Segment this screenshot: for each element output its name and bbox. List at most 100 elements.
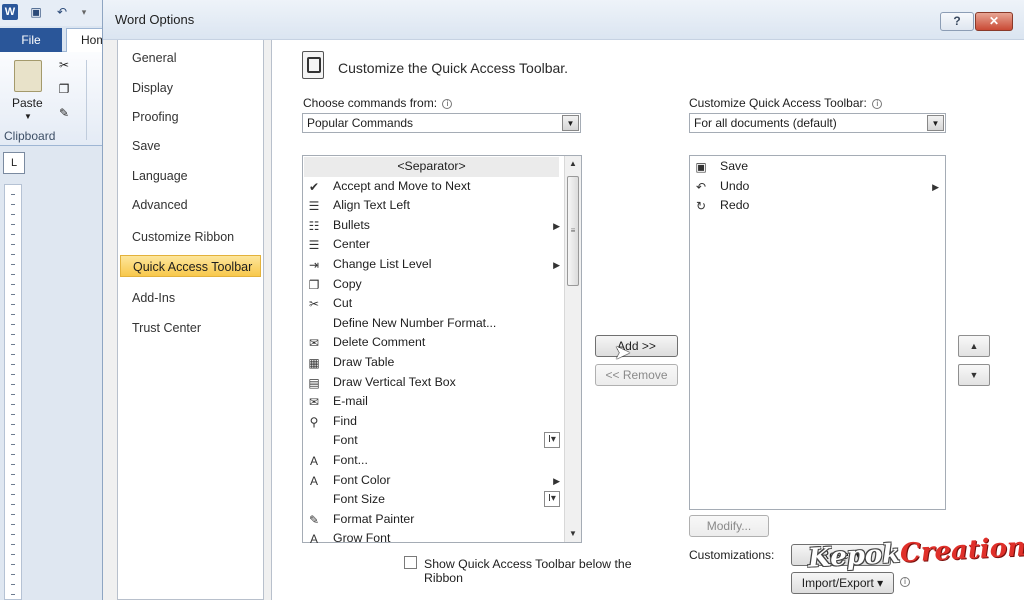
submenu-arrow-icon: ▶	[553, 220, 560, 231]
list-item[interactable]: ☰ Align Text Left	[304, 196, 564, 216]
paste-button-label[interactable]: Paste	[12, 96, 43, 110]
nav-item-advanced[interactable]: Advanced	[118, 194, 265, 216]
nav-item-proofing[interactable]: Proofing	[118, 106, 265, 128]
list-item[interactable]: ✎ Format Painter	[304, 510, 564, 530]
close-button[interactable]: ✕	[975, 12, 1013, 31]
format-painter-icon[interactable]: ✎	[56, 106, 72, 122]
font-icon: A	[309, 454, 318, 468]
modify-button[interactable]: Modify...	[689, 515, 769, 537]
customize-qat-select[interactable]: For all documents (default) ▼	[689, 113, 946, 133]
triangle-down-icon: ▼	[969, 370, 979, 380]
list-item[interactable]: ▤ Draw Vertical Text Box	[304, 373, 564, 393]
list-item[interactable]: ▣ Save	[691, 157, 943, 177]
list-item[interactable]: ☰ Center	[304, 235, 564, 255]
chevron-down-icon[interactable]: ▼	[562, 115, 579, 131]
nav-item-general[interactable]: General	[118, 47, 265, 69]
list-item-label: Font...	[333, 453, 368, 467]
info-icon[interactable]: i	[900, 577, 910, 587]
list-item[interactable]: ▦ Draw Table	[304, 353, 564, 373]
triangle-up-icon: ▲	[969, 341, 979, 351]
nav-item-add-ins[interactable]: Add-Ins	[118, 287, 265, 309]
list-item-label: Find	[333, 413, 357, 428]
tab-file[interactable]: File	[0, 28, 62, 52]
info-icon[interactable]: i	[872, 99, 883, 109]
list-item[interactable]: ✉ Delete Comment	[304, 333, 564, 353]
commands-scrollbar[interactable]: ▲ ≡ ▼	[564, 156, 581, 542]
scroll-up-icon[interactable]: ▲	[565, 156, 581, 172]
list-item-label: Cut	[333, 296, 353, 311]
list-item[interactable]: ⇥ Change List Level ▶	[304, 255, 564, 275]
nav-item-save[interactable]: Save	[118, 135, 265, 157]
list-item[interactable]: ✉ E-mail	[304, 392, 564, 412]
dialog-titlebar[interactable]: Word Options ? ✕	[103, 0, 1024, 40]
list-item[interactable]: ⚲ Find	[304, 412, 564, 432]
options-nav: General Display Proofing Save Language A…	[117, 40, 264, 600]
list-item[interactable]: <Separator>	[304, 157, 559, 177]
list-item-label: Save	[720, 159, 749, 173]
binoculars-icon: ⚲	[309, 414, 319, 429]
chevron-down-icon[interactable]: ▼	[927, 115, 944, 131]
save-icon[interactable]: ▣	[28, 4, 44, 20]
list-item[interactable]: A Font...	[304, 451, 564, 471]
section-title: Customize the Quick Access Toolbar.	[338, 60, 569, 76]
add-button[interactable]: Add >>	[595, 335, 678, 357]
mouse-cursor-icon: ➤	[614, 342, 631, 364]
help-button[interactable]: ?	[940, 12, 974, 31]
choose-commands-select[interactable]: Popular Commands ▼	[302, 113, 581, 133]
info-icon[interactable]: i	[442, 99, 453, 109]
quick-access-toolbar-list[interactable]: ▣ Save ↶ Undo ▶ ↻ Redo	[689, 155, 946, 510]
remove-button[interactable]: << Remove	[595, 364, 678, 386]
show-qat-below-ribbon-checkbox[interactable]	[404, 556, 417, 569]
word-options-dialog: Word Options ? ✕ General Display Proofin…	[102, 0, 1024, 600]
move-up-button[interactable]: ▲	[958, 335, 990, 357]
move-down-button[interactable]: ▼	[958, 364, 990, 386]
font-field-icon: I▾	[544, 432, 560, 449]
nav-item-trust-center[interactable]: Trust Center	[118, 317, 265, 339]
nav-item-quick-access-toolbar[interactable]: Quick Access Toolbar	[120, 255, 261, 277]
list-item[interactable]: ↶ Undo ▶	[691, 177, 943, 197]
list-item-label: Format Painter	[333, 511, 415, 526]
paste-icon[interactable]	[14, 60, 42, 92]
scroll-thumb[interactable]: ≡	[567, 176, 579, 286]
list-item-label: <Separator>	[397, 159, 466, 173]
center-icon: ☰	[308, 238, 320, 253]
quick-access-toolbar-icon	[302, 51, 324, 79]
chevron-down-icon[interactable]: ▾	[76, 4, 92, 20]
list-item[interactable]: Define New Number Format...	[304, 314, 564, 334]
scissors-icon[interactable]: ✂	[56, 58, 72, 74]
ribbon: Paste ▼ ✂ ❐ ✎ Clipboard	[0, 52, 110, 146]
customize-qat-value: For all documents (default)	[694, 116, 837, 130]
commands-list[interactable]: ▲ ≡ ▼ <Separator> ✔ Accept and Move to Nex…	[302, 155, 582, 546]
nav-item-customize-ribbon[interactable]: Customize Ribbon	[118, 226, 265, 248]
chevron-down-icon[interactable]: ▼	[24, 112, 32, 121]
list-item[interactable]: A Grow Font	[304, 529, 564, 549]
copy-icon[interactable]: ❐	[56, 82, 72, 98]
submenu-arrow-icon: ▶	[932, 181, 939, 192]
choose-commands-label-text: Choose commands from:	[303, 96, 438, 110]
list-item[interactable]: Font I▾	[304, 431, 564, 451]
list-item[interactable]: ☷ Bullets ▶	[304, 216, 564, 236]
import-export-button[interactable]: Import/Export ▾	[791, 572, 894, 594]
undo-icon[interactable]: ↶	[54, 4, 70, 20]
nav-item-display[interactable]: Display	[118, 77, 265, 99]
nav-item-language[interactable]: Language	[118, 165, 265, 187]
delete-comment-icon: ✉	[308, 336, 320, 351]
undo-icon: ↶	[695, 179, 707, 194]
customizations-label: Customizations:	[689, 548, 775, 562]
list-item-label: Undo	[720, 178, 750, 193]
list-item[interactable]: ✂ Cut	[304, 294, 564, 314]
list-item-label: Font	[333, 433, 358, 448]
list-item[interactable]: A Font Color ▶	[304, 471, 564, 491]
list-item-label: Draw Table	[333, 355, 395, 369]
show-qat-below-ribbon-label[interactable]: Show Quick Access Toolbar below the Ribb…	[424, 557, 664, 585]
list-item[interactable]: ✔ Accept and Move to Next	[304, 177, 564, 197]
list-item-label: Font Color	[333, 472, 391, 487]
redo-icon: ↻	[695, 199, 707, 214]
choose-commands-label: Choose commands from: i	[303, 96, 453, 110]
customize-qat-label: Customize Quick Access Toolbar: i	[689, 96, 883, 110]
tab-selector[interactable]: L	[3, 152, 25, 174]
list-item[interactable]: ↻ Redo	[691, 196, 943, 216]
list-item[interactable]: Font Size I▾	[304, 490, 564, 510]
scroll-down-icon[interactable]: ▼	[565, 526, 581, 542]
list-item[interactable]: ❐ Copy	[304, 275, 564, 295]
